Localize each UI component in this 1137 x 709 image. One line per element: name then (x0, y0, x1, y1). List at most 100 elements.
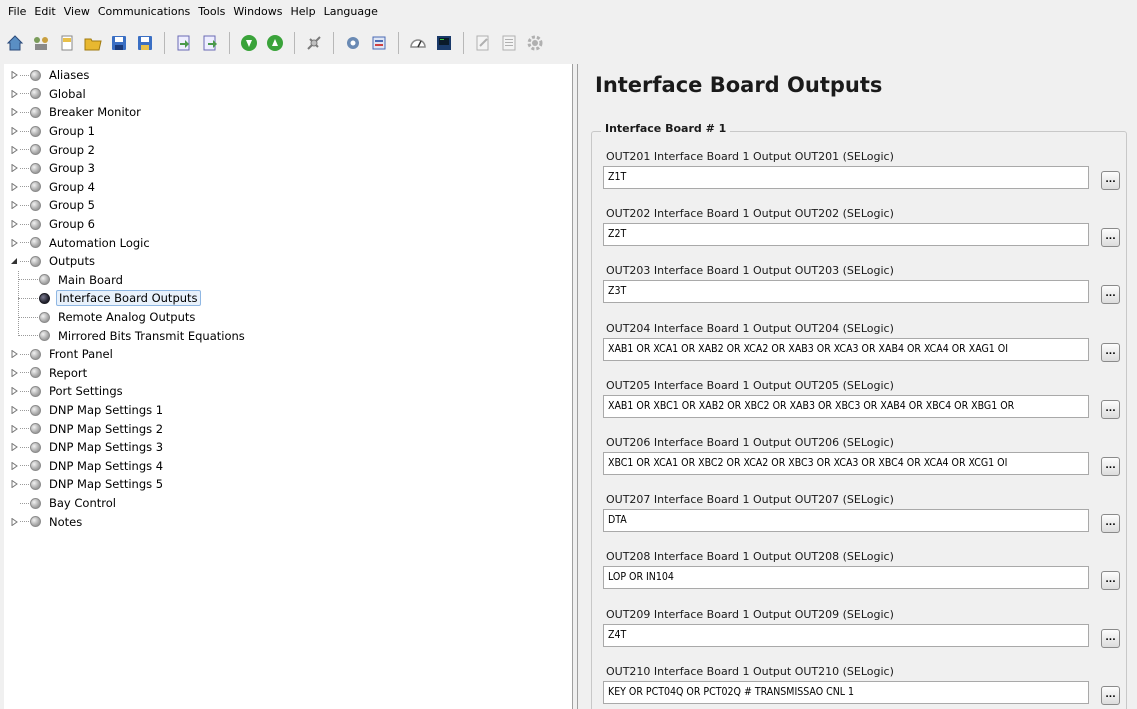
new-document-icon[interactable] (56, 32, 78, 54)
tree-node-breaker-monitor[interactable]: Breaker Monitor (8, 103, 143, 122)
tree-node-bay-control[interactable]: Bay Control (8, 494, 118, 513)
settings-icon[interactable] (342, 32, 364, 54)
setting-input[interactable]: KEY OR PCT04Q OR PCT02Q # TRANSMISSAO CN… (603, 680, 1089, 704)
expand-arrow-icon[interactable] (8, 125, 20, 137)
tree-node-automation-logic[interactable]: Automation Logic (8, 233, 152, 252)
collapse-arrow-icon[interactable] (8, 255, 20, 267)
ellipsis-button[interactable]: ... (1101, 171, 1120, 190)
expand-arrow-icon[interactable] (8, 478, 20, 490)
menu-edit[interactable]: Edit (30, 0, 59, 24)
expand-arrow-icon[interactable] (8, 348, 20, 360)
expand-arrow-icon[interactable] (8, 218, 20, 230)
expand-arrow-icon[interactable] (8, 237, 20, 249)
tree-node-dnp-map-settings-1[interactable]: DNP Map Settings 1 (8, 401, 165, 420)
setting-input[interactable]: LOP OR IN104 (603, 566, 1089, 590)
setting-input[interactable]: Z3T (603, 280, 1089, 304)
settings-tree[interactable]: Aliases Global Breaker Monitor Group 1 Group… (4, 64, 573, 709)
connect-icon[interactable] (303, 32, 325, 54)
expand-arrow-icon[interactable] (8, 385, 20, 397)
tree-node-report[interactable]: Report (8, 364, 89, 383)
tree-node-dnp-map-settings-3[interactable]: DNP Map Settings 3 (8, 438, 165, 457)
tree-node-label: Remote Analog Outputs (58, 310, 196, 325)
tree-node-dnp-map-settings-5[interactable]: DNP Map Settings 5 (8, 475, 165, 494)
ellipsis-button[interactable]: ... (1101, 457, 1120, 476)
tree-node-group-3[interactable]: Group 3 (8, 159, 97, 178)
tree-node-outputs[interactable]: Outputs (8, 252, 97, 271)
tree-node-port-settings[interactable]: Port Settings (8, 382, 125, 401)
tree-node-group-4[interactable]: Group 4 (8, 178, 97, 197)
setting-input[interactable]: Z4T (603, 623, 1089, 647)
expand-arrow-icon[interactable] (8, 106, 20, 118)
expand-arrow-icon[interactable] (8, 423, 20, 435)
menu-windows[interactable]: Windows (229, 0, 286, 24)
download-icon[interactable] (238, 32, 260, 54)
setting-input[interactable]: Z1T (603, 166, 1089, 189)
setting-input[interactable]: Z2T (603, 223, 1089, 247)
setting-input[interactable]: DTA (603, 509, 1089, 533)
menu-help[interactable]: Help (287, 0, 320, 24)
tree-connector (20, 409, 29, 411)
ellipsis-button[interactable]: ... (1101, 228, 1120, 248)
tree-node-aliases[interactable]: Aliases (8, 66, 91, 85)
expand-arrow-icon[interactable] (8, 441, 20, 453)
save-as-icon[interactable] (134, 32, 156, 54)
tree-node-group-5[interactable]: Group 5 (8, 196, 97, 215)
meter-icon[interactable] (407, 32, 429, 54)
ellipsis-button[interactable]: ... (1101, 685, 1120, 705)
import-icon[interactable] (173, 32, 195, 54)
tree-node-notes[interactable]: Notes (8, 512, 84, 531)
tree-node-global[interactable]: Global (8, 85, 88, 104)
tree-node-main-board[interactable]: Main Board (18, 271, 125, 290)
ellipsis-button[interactable]: ... (1101, 628, 1120, 648)
database-icon[interactable] (368, 32, 390, 54)
report-icon[interactable] (472, 32, 494, 54)
ellipsis-button[interactable]: ... (1101, 342, 1120, 362)
upload-icon[interactable] (264, 32, 286, 54)
tree-node-dnp-map-settings-4[interactable]: DNP Map Settings 4 (8, 457, 165, 476)
save-icon[interactable] (108, 32, 130, 54)
tree-connector (20, 204, 29, 206)
menu-tools[interactable]: Tools (194, 0, 229, 24)
expand-arrow-icon[interactable] (8, 69, 20, 81)
expand-arrow-icon[interactable] (8, 199, 20, 211)
setting-input[interactable]: XAB1 OR XBC1 OR XAB2 OR XBC2 OR XAB3 OR … (603, 394, 1089, 418)
network-icon[interactable] (30, 32, 52, 54)
pane-splitter[interactable] (573, 64, 578, 709)
expand-arrow-icon[interactable] (8, 367, 20, 379)
tree-node-label: Group 2 (49, 142, 95, 157)
ellipsis-button[interactable]: ... (1101, 399, 1120, 419)
expand-arrow-icon[interactable] (8, 144, 20, 156)
tree-node-front-panel[interactable]: Front Panel (8, 345, 115, 364)
setting-input[interactable]: XBC1 OR XCA1 OR XBC2 OR XCA2 OR XBC3 OR … (603, 452, 1089, 475)
expand-arrow-icon[interactable] (8, 460, 20, 472)
ellipsis-button[interactable]: ... (1101, 514, 1120, 534)
tree-node-mirrored-bits-transmit-equations[interactable]: Mirrored Bits Transmit Equations (18, 326, 247, 345)
tree-node-label: Group 6 (49, 217, 95, 232)
ellipsis-button[interactable]: ... (1101, 571, 1120, 591)
expand-arrow-icon[interactable] (8, 181, 20, 193)
home-icon[interactable] (4, 32, 26, 54)
menu-communications[interactable]: Communications (94, 0, 194, 24)
menu-language[interactable]: Language (320, 0, 382, 24)
tree-node-group-2[interactable]: Group 2 (8, 140, 97, 159)
tree-node-interface-board-outputs[interactable]: Interface Board Outputs (18, 289, 201, 308)
terminal-icon[interactable] (433, 32, 455, 54)
tree-node-group-6[interactable]: Group 6 (8, 215, 97, 234)
tree-node-group-1[interactable]: Group 1 (8, 122, 97, 141)
setting-input[interactable]: XAB1 OR XCA1 OR XAB2 OR XCA2 OR XAB3 OR … (603, 337, 1089, 361)
ellipsis-button[interactable]: ... (1101, 285, 1120, 305)
tree-node-remote-analog-outputs[interactable]: Remote Analog Outputs (18, 308, 197, 327)
expand-arrow-icon[interactable] (8, 162, 20, 174)
node-bullet-icon (30, 367, 41, 379)
open-folder-icon[interactable] (82, 32, 104, 54)
expand-arrow-icon[interactable] (8, 88, 20, 100)
menu-file[interactable]: File (4, 0, 30, 24)
tree-node-dnp-map-settings-2[interactable]: DNP Map Settings 2 (8, 419, 165, 438)
menu-view[interactable]: View (60, 0, 94, 24)
tree-node-label: DNP Map Settings 1 (49, 403, 164, 418)
expand-arrow-icon[interactable] (8, 404, 20, 416)
list-icon[interactable] (498, 32, 520, 54)
expand-arrow-icon[interactable] (8, 516, 20, 528)
gear-icon[interactable] (524, 32, 546, 54)
export-icon[interactable] (199, 32, 221, 54)
